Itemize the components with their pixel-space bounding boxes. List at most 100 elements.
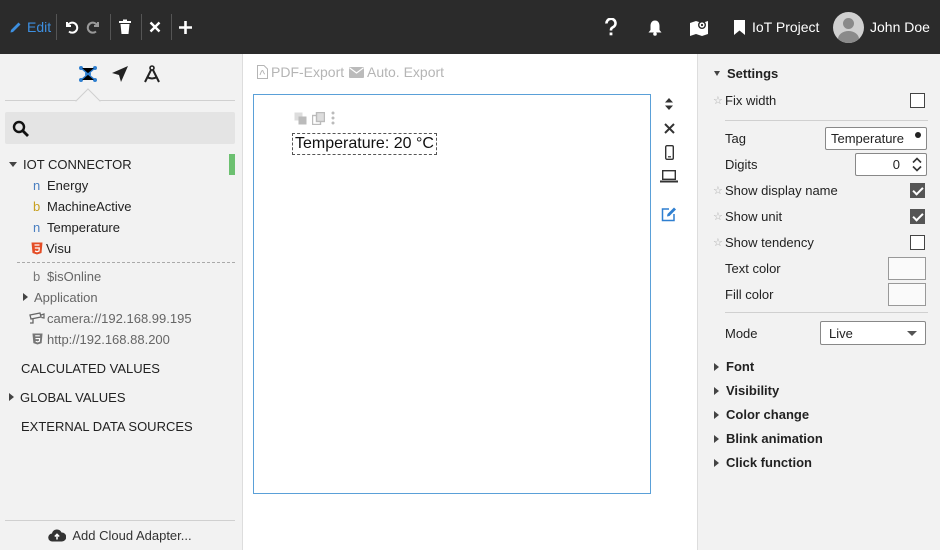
- show-display-name-label: Show display name: [725, 182, 838, 198]
- caret-right-icon: [714, 458, 719, 467]
- search-field[interactable]: [5, 112, 235, 144]
- mode-select[interactable]: Live: [820, 321, 926, 345]
- delete-button[interactable]: [118, 0, 132, 54]
- iot-connector-group[interactable]: IOT CONNECTOR: [9, 154, 132, 174]
- mobile-view-button[interactable]: [659, 142, 679, 162]
- bring-to-front-icon[interactable]: [294, 112, 307, 125]
- cloud-upload-icon: [48, 529, 67, 542]
- edit-button[interactable]: Edit: [9, 0, 51, 54]
- section-label: Font: [726, 359, 755, 374]
- tree-item-label: Application: [34, 289, 98, 305]
- tag-label: Tag: [725, 130, 746, 146]
- resize-height-button[interactable]: [659, 94, 679, 114]
- tree-item-temperature[interactable]: n Temperature: [33, 217, 120, 237]
- visibility-section-header[interactable]: Visibility: [714, 383, 779, 398]
- tree-item-application[interactable]: Application: [23, 287, 98, 307]
- tab-navigation[interactable]: [108, 63, 132, 85]
- tag-row: Tag Temperature: [698, 125, 940, 151]
- redo-button[interactable]: [86, 0, 102, 54]
- add-cloud-adapter-button[interactable]: Add Cloud Adapter...: [5, 520, 235, 550]
- pdf-export-button[interactable]: PDF-Export: [257, 64, 344, 80]
- tab-design[interactable]: [140, 63, 164, 85]
- show-display-name-checkbox[interactable]: [910, 182, 925, 198]
- section-label: Click function: [726, 455, 812, 470]
- numeric-type-icon: n: [33, 219, 41, 235]
- text-color-picker[interactable]: [888, 256, 926, 280]
- tag-input[interactable]: Temperature: [825, 126, 927, 150]
- tree-item-machineactive[interactable]: b MachineActive: [33, 196, 132, 216]
- temperature-widget[interactable]: Temperature: 20 °C: [292, 133, 437, 155]
- digits-stepper[interactable]: 0: [855, 152, 927, 176]
- section-label: Visibility: [726, 383, 780, 398]
- add-cloud-adapter-label: Add Cloud Adapter...: [72, 528, 192, 543]
- network-nodes-icon: [79, 66, 97, 82]
- map-button[interactable]: [689, 0, 709, 54]
- more-vertical-icon[interactable]: [330, 111, 336, 125]
- star-icon[interactable]: ☆: [713, 184, 723, 197]
- divider: [725, 312, 928, 313]
- location-arrow-icon: [112, 66, 128, 82]
- show-tendency-checkbox[interactable]: [910, 234, 925, 250]
- boolean-type-icon: b: [33, 268, 41, 284]
- group-global-values[interactable]: GLOBAL VALUES: [9, 387, 126, 407]
- html5-icon: [31, 242, 43, 254]
- pencil-icon: [10, 22, 21, 33]
- section-label: Blink animation: [726, 431, 823, 446]
- auto-export-label: Auto. Export: [367, 64, 445, 80]
- numeric-type-icon: n: [33, 177, 41, 193]
- spinner-arrows-icon[interactable]: [912, 156, 922, 173]
- tree-item-isonline[interactable]: b $isOnline: [33, 266, 101, 286]
- digits-row: Digits 0: [698, 151, 940, 177]
- color-change-section-header[interactable]: Color change: [714, 407, 809, 422]
- digits-label: Digits: [725, 156, 758, 172]
- undo-button[interactable]: [63, 0, 79, 54]
- show-unit-checkbox[interactable]: [910, 208, 925, 224]
- tree-item-visu[interactable]: Visu: [31, 238, 71, 258]
- tree-item-http[interactable]: http://192.168.88.200: [32, 329, 170, 349]
- user-menu[interactable]: John Doe: [833, 0, 930, 54]
- edit-label: Edit: [27, 19, 52, 35]
- design-canvas[interactable]: Temperature: 20 °C: [253, 94, 651, 494]
- tree-item-energy[interactable]: n Energy: [33, 175, 88, 195]
- fix-width-checkbox[interactable]: [910, 92, 925, 108]
- add-button[interactable]: [178, 0, 193, 54]
- search-input[interactable]: [37, 112, 227, 144]
- question-icon: [605, 18, 617, 36]
- settings-section-header[interactable]: Settings: [714, 66, 778, 81]
- boolean-type-icon: b: [33, 198, 41, 214]
- settings-title: Settings: [727, 66, 779, 81]
- star-icon[interactable]: ☆: [713, 94, 723, 107]
- fill-color-picker[interactable]: [888, 282, 926, 306]
- toolbar-divider: [171, 14, 172, 40]
- notifications-button[interactable]: [647, 0, 663, 54]
- caret-right-icon: [714, 410, 719, 419]
- group-external-data-sources[interactable]: EXTERNAL DATA SOURCES: [21, 419, 193, 434]
- laptop-icon: [660, 169, 678, 182]
- mode-value: Live: [829, 325, 853, 341]
- remove-canvas-button[interactable]: [659, 118, 679, 138]
- tree-item-camera[interactable]: camera://192.168.99.195: [29, 308, 192, 328]
- auto-export-button[interactable]: Auto. Export: [349, 64, 444, 80]
- undo-icon: [66, 21, 79, 34]
- tag-pin-icon: [915, 131, 921, 138]
- tree-item-label: Energy: [47, 177, 89, 193]
- blink-animation-section-header[interactable]: Blink animation: [714, 431, 823, 446]
- font-section-header[interactable]: Font: [714, 359, 754, 374]
- fix-width-label: Fix width: [725, 92, 777, 108]
- star-icon[interactable]: ☆: [713, 236, 723, 249]
- map-marker-icon: [690, 21, 708, 36]
- fix-width-row: ☆ Fix width: [698, 87, 940, 113]
- click-function-section-header[interactable]: Click function: [714, 455, 812, 470]
- star-icon[interactable]: ☆: [713, 210, 723, 223]
- edit-canvas-button[interactable]: [659, 204, 679, 224]
- group-calculated-values[interactable]: CALCULATED VALUES: [21, 361, 160, 376]
- copy-icon[interactable]: [312, 111, 325, 125]
- close-button[interactable]: [149, 0, 161, 54]
- toolbar-divider: [56, 14, 57, 40]
- group-label: GLOBAL VALUES: [20, 389, 126, 405]
- tab-connections[interactable]: [76, 63, 100, 85]
- help-button[interactable]: [604, 0, 618, 54]
- desktop-view-button[interactable]: [659, 166, 679, 186]
- properties-panel: Settings ☆ Fix width Tag Temperature Dig…: [697, 54, 940, 550]
- project-button[interactable]: IoT Project: [733, 0, 819, 54]
